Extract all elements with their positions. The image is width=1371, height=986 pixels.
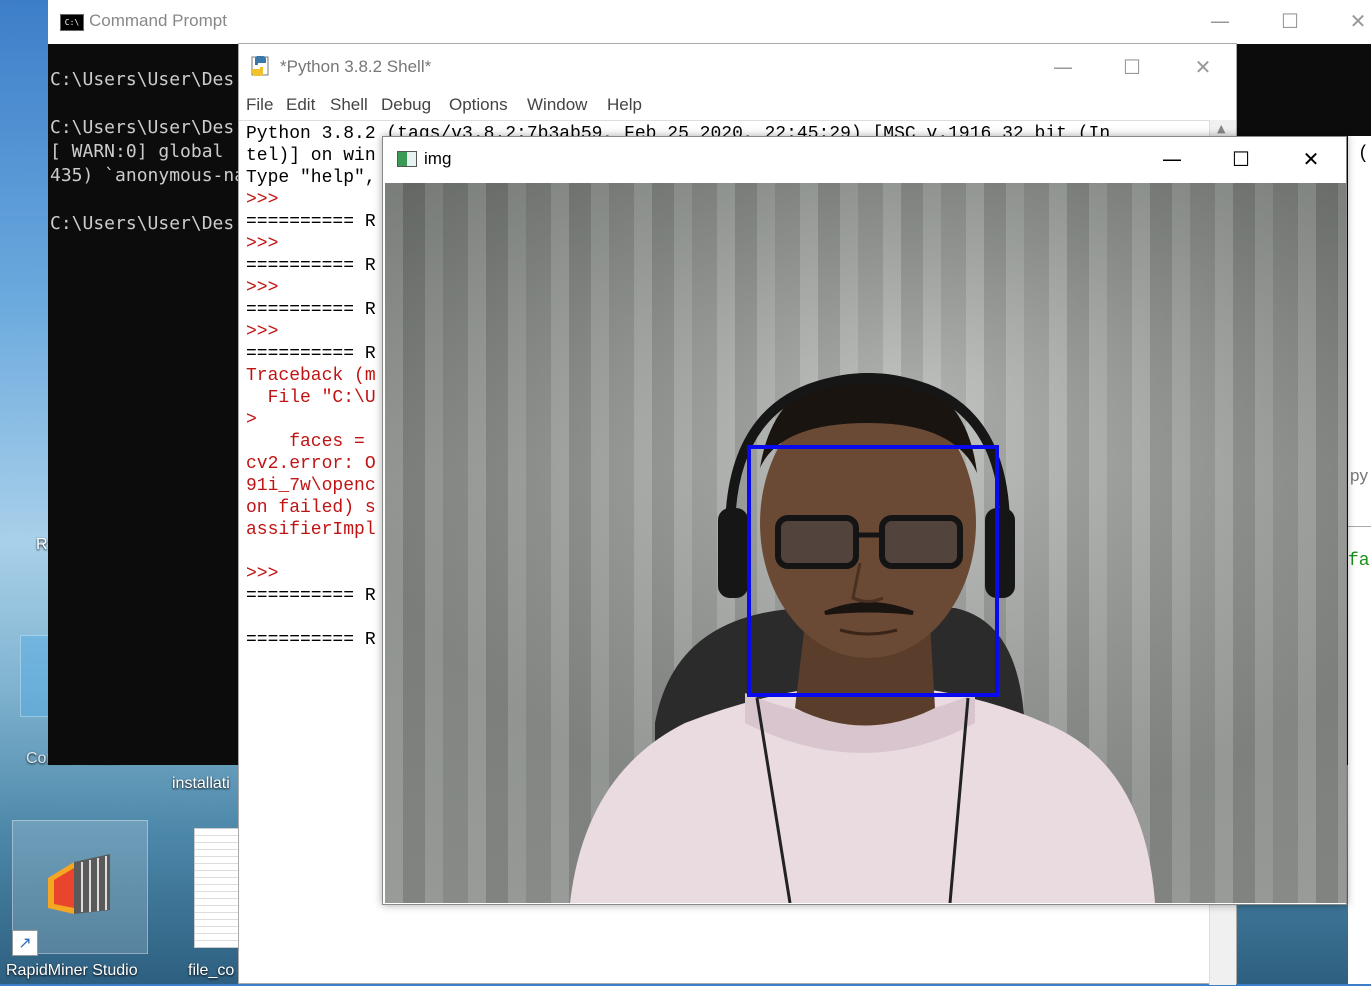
desktop-icon-label-r[interactable]: R [36,536,48,554]
shell-header-line: tel)] on win [246,146,376,166]
sliver-text: fa [1348,551,1370,571]
shell-header-line: Type "help", [246,168,376,188]
shell-line: ========== R [246,256,376,276]
shell-line: ========== R [246,300,376,320]
menu-debug[interactable]: Debug [381,95,431,115]
maximize-icon[interactable]: ☐ [1218,143,1264,175]
shell-line: ========== R [246,586,376,606]
shell-line: ========== R [246,344,376,364]
menu-options[interactable]: Options [449,95,508,115]
cmd-line: [ WARN:0] global ( [50,141,246,162]
desktop-icon-label-installation[interactable]: installati [172,775,230,793]
close-icon[interactable]: ✕ [1338,6,1371,36]
background-editor-sliver[interactable]: ( py fa [1348,136,1371,984]
close-icon[interactable]: ✕ [1183,52,1223,82]
shell-line: 91i_7w\openc [246,476,376,496]
file-icon[interactable] [194,828,242,948]
rapidminer-icon [48,854,110,914]
menu-edit[interactable]: Edit [286,95,315,115]
menu-file[interactable]: File [246,95,273,115]
img-window-title: img [424,149,452,168]
shell-line: faces = [246,432,376,452]
img-window-icon [397,151,417,167]
webcam-image [385,183,1346,903]
webcam-frame [385,183,1346,903]
desktop-icon-label-rapidminer[interactable]: RapidMiner Studio [6,962,138,980]
cmd-line: C:\Users\User\Des [50,213,235,234]
menu-help[interactable]: Help [607,95,642,115]
cmd-title-bar[interactable]: C:\ Command Prompt — ☐ ✕ [48,0,1371,44]
shortcut-arrow-icon: ↗ [12,930,38,956]
maximize-icon[interactable]: ☐ [1112,52,1152,82]
shell-line: File "C:\U [246,388,376,408]
shell-line: >>> [246,190,279,210]
shell-line: ========== R [246,212,376,232]
shell-line: assifierImpl [246,520,376,540]
menu-bar: File Edit Shell Debug Options Window Hel… [239,92,1236,118]
cmd-line: C:\Users\User\Des [50,117,235,138]
shell-line: >>> [246,322,279,342]
img-window-title-bar[interactable]: img — ☐ ✕ [383,137,1346,182]
python-app-icon [251,56,269,76]
maximize-icon[interactable]: ☐ [1270,6,1310,36]
python-shell-title-bar[interactable]: *Python 3.8.2 Shell* — ☐ ✕ [239,44,1236,92]
cmd-line: 435) `anonymous-na [50,165,246,186]
sliver-divider [1348,526,1371,527]
cmd-app-icon: C:\ [60,14,84,31]
minimize-icon[interactable]: — [1043,52,1083,82]
menu-shell[interactable]: Shell [330,95,368,115]
shell-line: >>> [246,278,279,298]
python-shell-title: *Python 3.8.2 Shell* [280,57,432,76]
cmd-title: Command Prompt [89,11,227,30]
img-window[interactable]: img — ☐ ✕ [382,136,1347,905]
shell-line: ========== R [246,630,376,650]
minimize-icon[interactable]: — [1200,6,1240,36]
sliver-text: ( [1358,144,1369,164]
minimize-icon[interactable]: — [1149,143,1195,175]
sliver-text: py [1350,466,1368,485]
close-icon[interactable]: ✕ [1288,143,1334,175]
shell-line: >>> [246,564,279,584]
scroll-up-icon[interactable]: ▲ [1217,122,1225,135]
shell-line: Traceback (m [246,366,376,386]
menu-window[interactable]: Window [527,95,587,115]
shell-line: >>> [246,234,279,254]
shell-line: > [246,410,257,430]
desktop-icon-label-file[interactable]: file_co [188,962,234,980]
shell-line: cv2.error: O [246,454,376,474]
shell-line: on failed) s [246,498,376,518]
cmd-line: C:\Users\User\Des [50,69,235,90]
